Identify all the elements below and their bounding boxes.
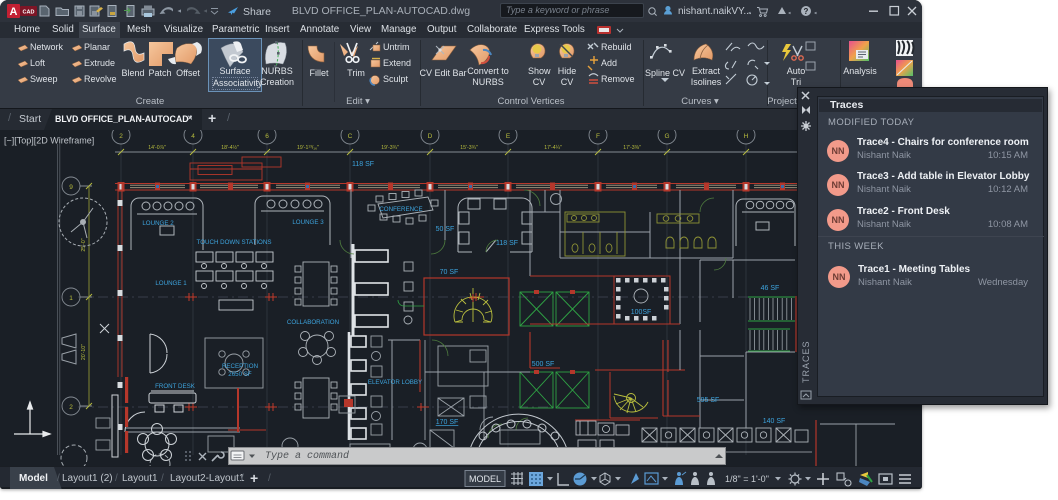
svg-text:595 SF: 595 SF <box>697 397 720 404</box>
svg-text:2: 2 <box>69 404 73 411</box>
svg-text:C: C <box>348 133 353 140</box>
svg-text:E: E <box>506 133 511 140</box>
svg-text:Share: Share <box>243 6 271 18</box>
svg-text:LOUNGE 2: LOUNGE 2 <box>142 220 174 227</box>
svg-text:19'-1¹³/₁₆": 19'-1¹³/₁₆" <box>297 145 319 151</box>
svg-text:CONFERENCE: CONFERENCE <box>379 206 422 213</box>
svg-text:?: ? <box>804 7 809 16</box>
svg-text:25'-0": 25'-0" <box>81 238 87 251</box>
svg-text:170 SF: 170 SF <box>436 419 459 426</box>
svg-text:15'-3¾": 15'-3¾" <box>460 145 478 151</box>
svg-text:TOUCH DOWN STATIONS: TOUCH DOWN STATIONS <box>197 239 272 246</box>
svg-text:ELEVATOR LOBBY: ELEVATOR LOBBY <box>368 379 422 386</box>
svg-text:118 SF: 118 SF <box>496 240 518 247</box>
svg-text:F: F <box>596 133 600 140</box>
svg-text:18'-4½": 18'-4½" <box>221 144 239 151</box>
svg-text:20'-10": 20'-10" <box>81 344 87 360</box>
svg-text:CAD: CAD <box>23 10 35 16</box>
svg-text:nishant.naikVY...: nishant.naikVY... <box>678 6 752 17</box>
svg-text:H: H <box>744 133 749 140</box>
svg-text:[−][Top][2D Wireframe]: [−][Top][2D Wireframe] <box>4 136 94 146</box>
svg-text:50 SF: 50 SF <box>436 226 455 233</box>
svg-text:LOUNGE 3: LOUNGE 3 <box>292 219 324 226</box>
svg-text:118 SF: 118 SF <box>352 161 374 168</box>
svg-text:COLLABORATION: COLLABORATION <box>287 319 339 326</box>
svg-text:6: 6 <box>265 133 269 140</box>
svg-text:2: 2 <box>119 133 123 140</box>
svg-text:LOUNGE 1: LOUNGE 1 <box>155 280 187 287</box>
svg-text:70 SF: 70 SF <box>440 269 459 276</box>
svg-text:140 SF: 140 SF <box>763 418 786 425</box>
svg-text:4: 4 <box>191 133 195 140</box>
svg-text:46 SF: 46 SF <box>761 285 780 292</box>
svg-text:MODEL: MODEL <box>469 474 501 484</box>
svg-text:17'-3⅜": 17'-3⅜" <box>623 145 641 151</box>
svg-text:D: D <box>428 133 433 140</box>
svg-text:RECEPTION: RECEPTION <box>222 363 258 370</box>
svg-text:A: A <box>10 6 18 18</box>
svg-text:FRONT DESK: FRONT DESK <box>155 383 196 390</box>
svg-text:G: G <box>664 133 669 140</box>
svg-text:14'-0⅞": 14'-0⅞" <box>148 145 166 151</box>
svg-text:1: 1 <box>69 295 73 302</box>
svg-text:19'-3¾": 19'-3¾" <box>381 145 399 151</box>
svg-text:9: 9 <box>69 184 73 191</box>
svg-text:17'-4¼": 17'-4¼" <box>544 145 562 151</box>
svg-text:2650 SF: 2650 SF <box>228 371 252 378</box>
svg-text:100SF: 100SF <box>631 309 652 316</box>
svg-text:1/8" = 1'-0": 1/8" = 1'-0" <box>725 474 769 484</box>
svg-text:500 SF: 500 SF <box>532 361 555 368</box>
